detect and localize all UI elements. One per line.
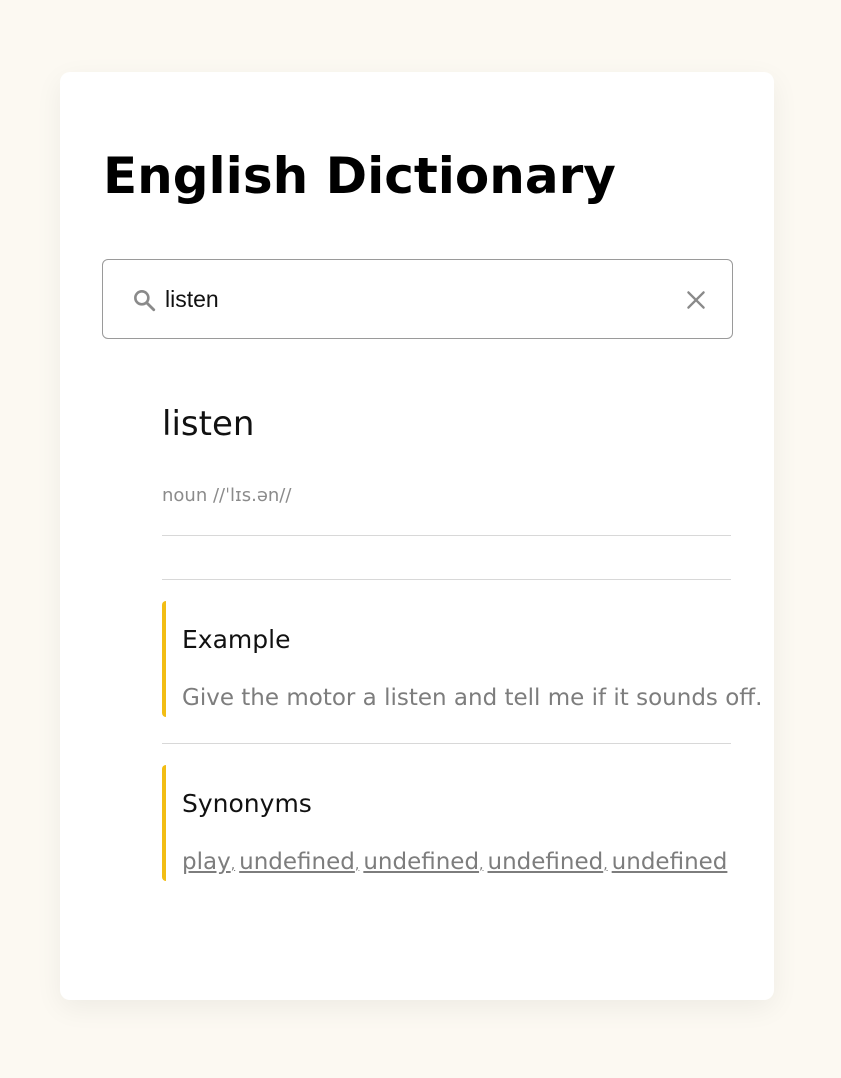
synonym-separator: , [230, 857, 236, 873]
example-text: Give the motor a listen and tell me if i… [182, 685, 763, 711]
entry-word: listen [162, 404, 255, 444]
example-section: Example Give the motor a listen and tell… [162, 601, 762, 717]
example-heading: Example [182, 625, 291, 654]
synonym-link[interactable]: play [182, 849, 231, 875]
synonym-link[interactable]: undefined [239, 849, 355, 875]
synonyms-heading: Synonyms [182, 789, 312, 818]
synonym-separator: , [354, 857, 360, 873]
close-icon[interactable] [683, 287, 709, 313]
divider [162, 579, 731, 580]
divider [162, 535, 731, 536]
synonym-link[interactable]: undefined [363, 849, 479, 875]
entry-phonetic: noun //ˈlɪs.ən// [162, 485, 292, 506]
dictionary-card: English Dictionary listen noun //ˈlɪs.ən… [60, 72, 774, 1000]
synonym-separator: , [479, 857, 484, 873]
synonym-link[interactable]: undefined [612, 849, 728, 875]
page-title: English Dictionary [103, 147, 616, 205]
synonyms-section: Synonyms play, undefined, undefined, undefi… [162, 765, 731, 881]
search-box[interactable] [102, 259, 733, 339]
synonym-separator: , [603, 857, 608, 873]
synonym-list: play, undefined, undefined, undefined, undef… [182, 849, 727, 875]
search-icon [134, 290, 156, 312]
synonym-link[interactable]: undefined [488, 849, 604, 875]
search-input[interactable] [165, 280, 665, 318]
divider [162, 743, 731, 744]
